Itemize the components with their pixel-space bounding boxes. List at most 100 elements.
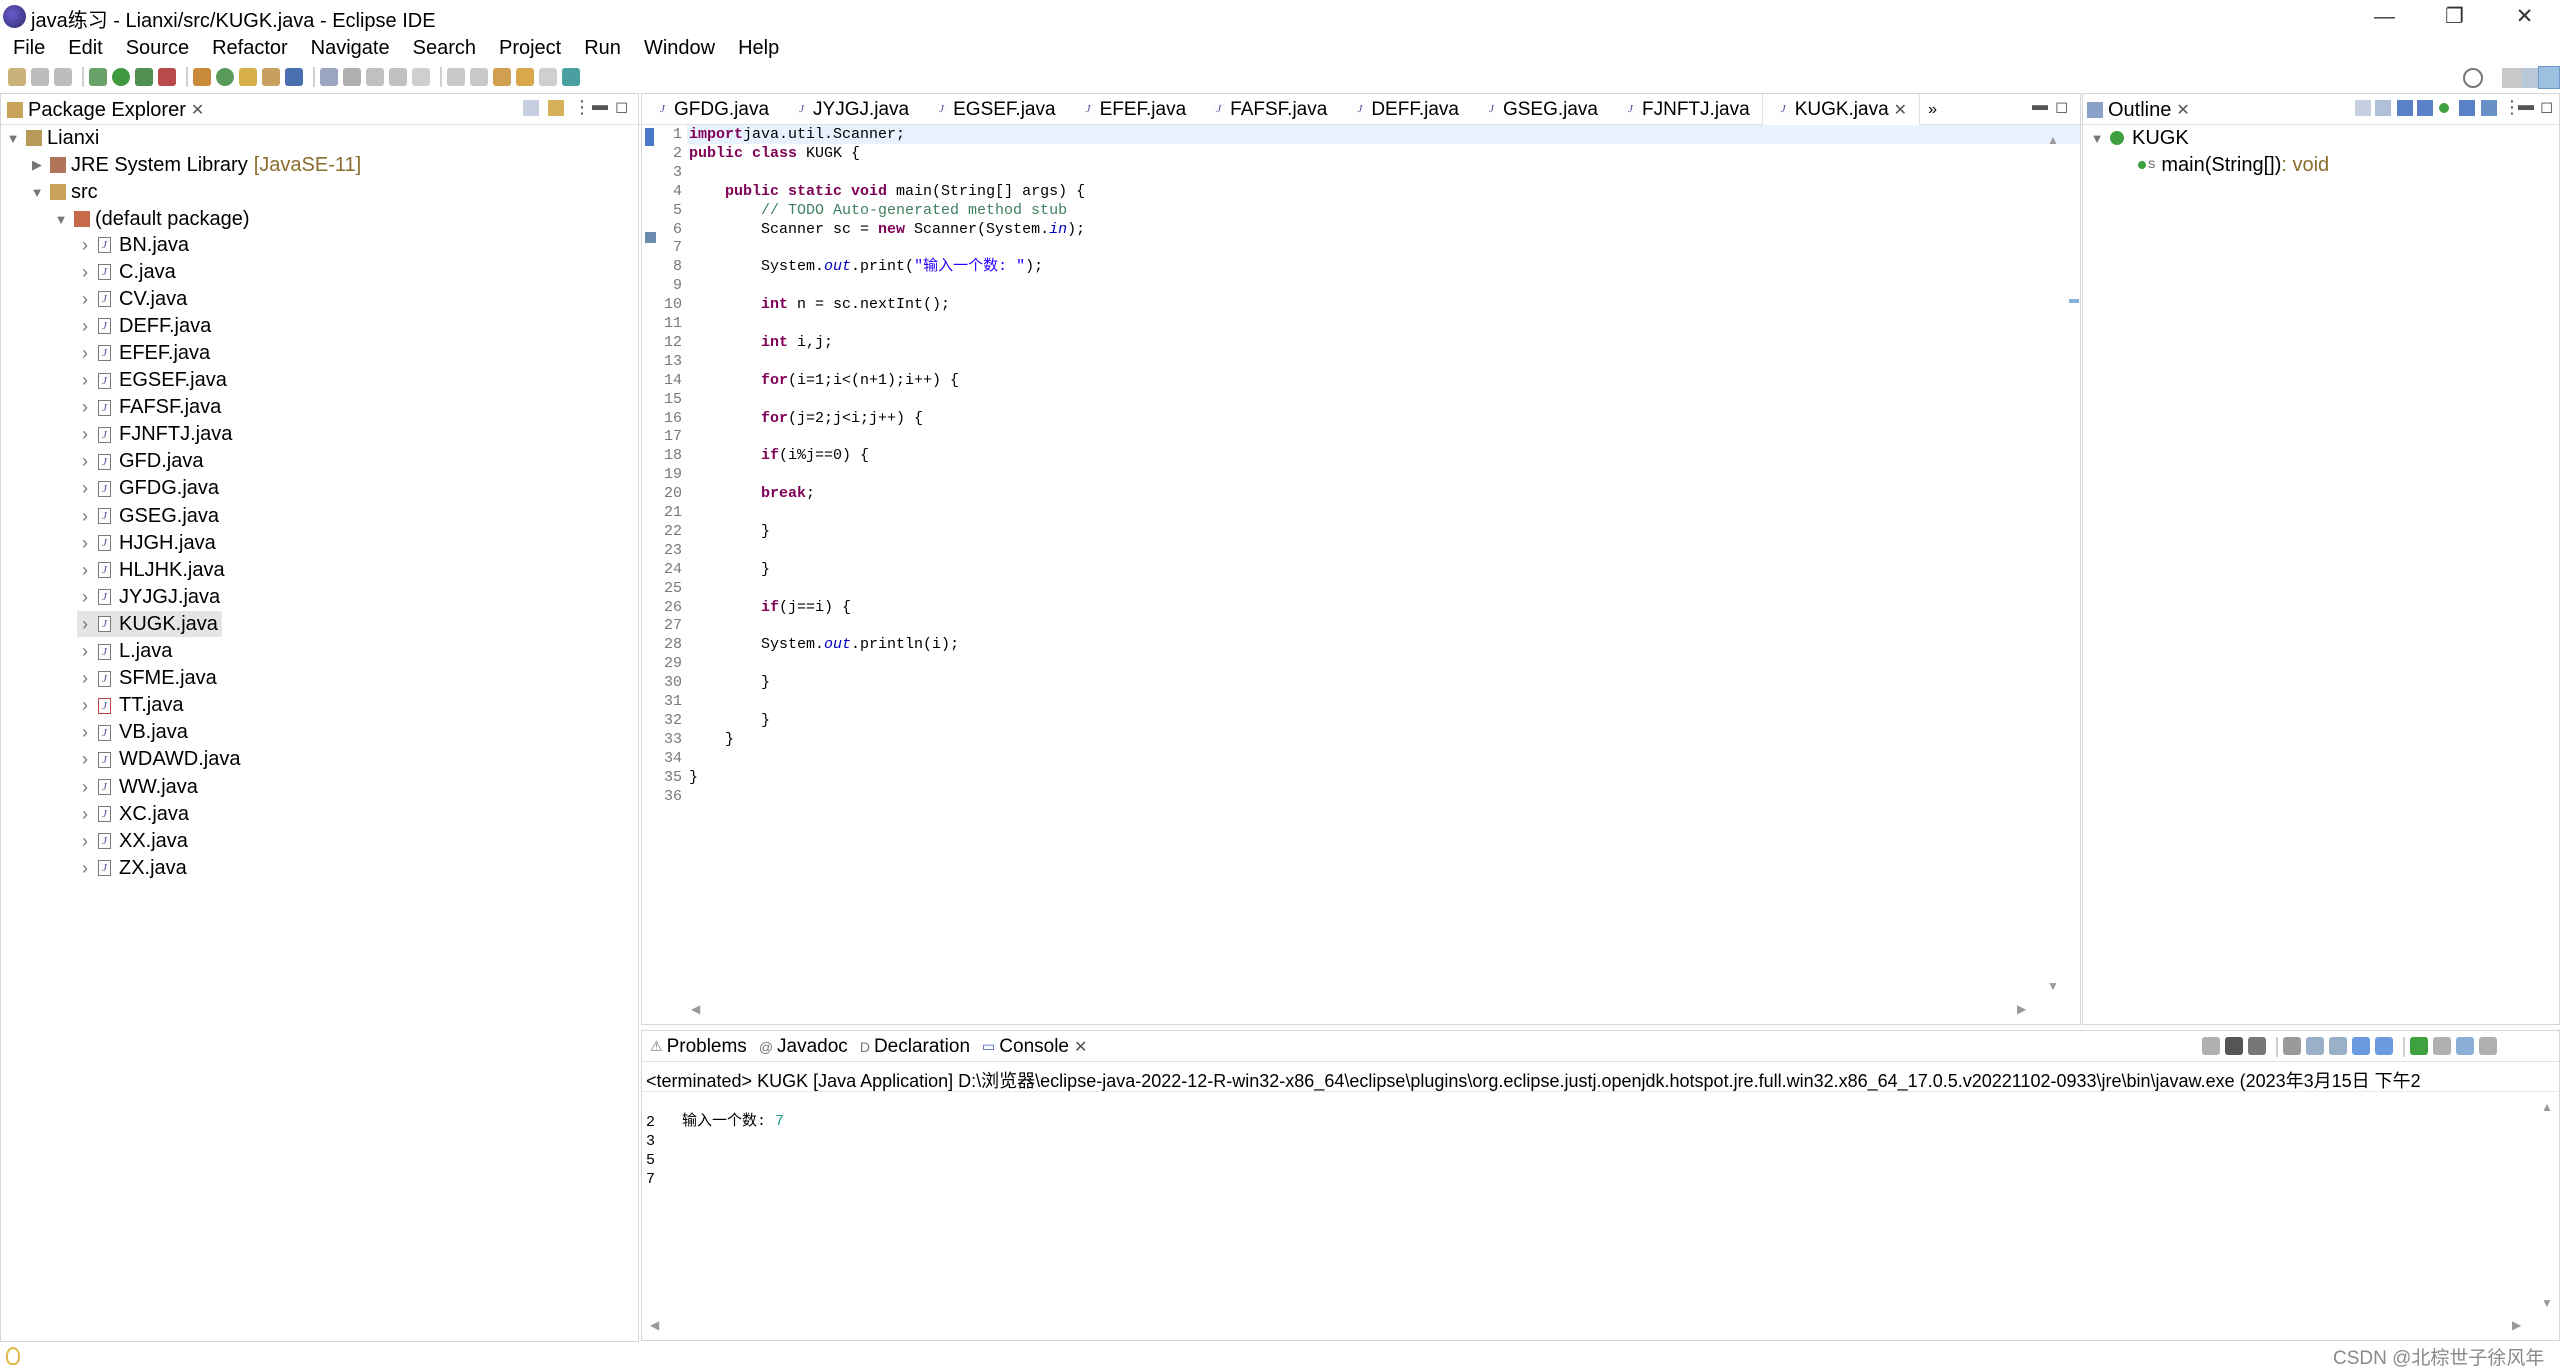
file-item[interactable]: › J XC.java — [77, 801, 193, 827]
link-editor-icon[interactable] — [2481, 100, 2497, 116]
back-icon[interactable] — [516, 68, 534, 86]
search-icon[interactable] — [2463, 68, 2483, 88]
tab-overflow-icon[interactable]: » — [1920, 101, 1945, 119]
close-window-button[interactable]: ✕ — [2490, 0, 2559, 33]
file-item[interactable]: › J WW.java — [77, 774, 202, 800]
outline-class-kugk[interactable]: ▼ KUGK — [2089, 125, 2189, 151]
chevron-right-icon[interactable]: › — [77, 858, 93, 879]
scroll-down-icon[interactable]: ▼ — [2541, 1296, 2553, 1310]
hide-local-types-icon[interactable] — [2459, 100, 2475, 116]
open-type-icon[interactable] — [239, 68, 257, 86]
sort-icon[interactable] — [2375, 100, 2391, 116]
console-vertical-scrollbar[interactable]: ▲ ▼ — [2537, 1096, 2557, 1336]
editor-tab[interactable]: J EGSEF.java — [921, 94, 1067, 125]
chevron-down-icon[interactable]: ▼ — [53, 212, 69, 227]
close-icon[interactable]: ✕ — [191, 100, 204, 120]
hide-non-public-icon[interactable] — [2439, 103, 2449, 113]
pin-console-icon[interactable] — [2410, 1037, 2428, 1055]
hide-static-icon[interactable] — [2417, 100, 2433, 116]
editor-tab[interactable]: J EFEF.java — [1068, 94, 1199, 125]
open-perspective-icon[interactable] — [2502, 68, 2522, 88]
chevron-right-icon[interactable]: › — [77, 289, 93, 310]
view-menu-icon[interactable] — [2479, 1037, 2497, 1055]
chevron-right-icon[interactable]: › — [77, 235, 93, 256]
chevron-right-icon[interactable]: ▶ — [29, 157, 45, 173]
file-item[interactable]: › J C.java — [77, 259, 180, 285]
show-whitespace-icon[interactable] — [366, 68, 384, 86]
restore-button[interactable]: ❐ — [2420, 0, 2489, 33]
chevron-down-icon[interactable]: ▼ — [2089, 131, 2105, 146]
file-item[interactable]: › J EFEF.java — [77, 340, 214, 366]
menu-file[interactable]: File — [0, 37, 55, 60]
file-item[interactable]: › J HJGH.java — [77, 530, 220, 556]
chevron-right-icon[interactable]: › — [77, 262, 93, 283]
tree-jre-library[interactable]: ▶ JRE System Library [JavaSE-11] — [29, 152, 361, 178]
file-item[interactable]: › J GSEG.java — [77, 503, 223, 529]
console-horizontal-scrollbar[interactable]: ◀ ▶ — [642, 1316, 2537, 1338]
menu-edit[interactable]: Edit — [55, 37, 112, 60]
bottom-tab-console[interactable]: ▭ Console ✕ — [978, 1036, 1095, 1058]
file-item[interactable]: › J FJNFTJ.java — [77, 422, 236, 448]
minimize-button[interactable]: — — [2350, 0, 2419, 33]
menu-help[interactable]: Help — [725, 37, 789, 60]
forward-icon[interactable] — [539, 68, 557, 86]
toggle-mark-icon[interactable] — [320, 68, 338, 86]
open-console-icon[interactable] — [2456, 1037, 2474, 1055]
maximize-view-icon[interactable]: ◻ — [2540, 97, 2553, 117]
scroll-right-icon[interactable]: ▶ — [2017, 1002, 2026, 1016]
chevron-right-icon[interactable]: › — [77, 370, 93, 391]
show-stdout-icon[interactable] — [2352, 1037, 2370, 1055]
scroll-up-icon[interactable]: ▲ — [2047, 133, 2059, 147]
editor-tab[interactable]: J FAFSF.java — [1198, 94, 1339, 125]
chevron-down-icon[interactable]: ▼ — [29, 185, 45, 200]
bottom-tab-problems[interactable]: ⚠ Problems — [646, 1036, 755, 1058]
chevron-right-icon[interactable]: › — [77, 749, 93, 770]
console-toolbar-icon[interactable] — [285, 68, 303, 86]
chevron-right-icon[interactable]: › — [77, 316, 93, 337]
editor-tab[interactable]: J KUGK.java ✕ — [1761, 94, 1921, 125]
word-wrap-icon[interactable] — [2329, 1037, 2347, 1055]
chevron-right-icon[interactable]: › — [77, 506, 93, 527]
editor-tab[interactable]: J GFDG.java — [642, 94, 781, 125]
file-item[interactable]: › J GFD.java — [77, 449, 207, 475]
bottom-tab-javadoc[interactable]: @ Javadoc — [755, 1036, 856, 1058]
debug-icon[interactable] — [89, 68, 107, 86]
tab-package-explorer[interactable]: Package Explorer ✕ — [7, 97, 204, 123]
pilcrow-icon[interactable] — [412, 68, 430, 86]
next-annotation-icon[interactable] — [447, 68, 465, 86]
file-item[interactable]: › J WDAWD.java — [77, 747, 244, 773]
file-item[interactable]: › J TT.java — [77, 693, 187, 719]
annotation-icon[interactable] — [343, 68, 361, 86]
chevron-right-icon[interactable]: › — [77, 668, 93, 689]
chevron-right-icon[interactable]: › — [77, 533, 93, 554]
file-item[interactable]: › J JYJGJ.java — [77, 584, 224, 610]
new-class-icon[interactable] — [216, 68, 234, 86]
block-selection-icon[interactable] — [389, 68, 407, 86]
chevron-right-icon[interactable]: › — [77, 722, 93, 743]
chevron-right-icon[interactable]: › — [77, 587, 93, 608]
scroll-up-icon[interactable]: ▲ — [2541, 1100, 2553, 1114]
editor-vertical-scrollbar[interactable]: ▲ ▼ — [2042, 129, 2068, 997]
remove-all-icon[interactable] — [2248, 1037, 2266, 1055]
scroll-lock-icon[interactable] — [2306, 1037, 2324, 1055]
file-item[interactable]: › J CV.java — [77, 286, 191, 312]
pin-editor-icon[interactable] — [562, 68, 580, 86]
run-icon[interactable] — [112, 68, 130, 86]
last-edit-icon[interactable] — [493, 68, 511, 86]
file-item[interactable]: › J XX.java — [77, 828, 192, 854]
file-item[interactable]: › J EGSEF.java — [77, 368, 231, 394]
new-icon[interactable] — [8, 68, 26, 86]
view-menu-icon[interactable]: ⋮ — [573, 97, 591, 119]
remove-launch-icon[interactable] — [2225, 1037, 2243, 1055]
display-console-icon[interactable] — [2433, 1037, 2451, 1055]
minimize-view-icon[interactable]: ▬ — [2032, 97, 2048, 115]
file-item[interactable]: › J L.java — [77, 639, 176, 665]
menu-window[interactable]: Window — [631, 37, 725, 60]
tree-default-package[interactable]: ▼ (default package) — [53, 206, 250, 232]
menu-refactor[interactable]: Refactor — [199, 37, 298, 60]
editor-tab[interactable]: J JYJGJ.java — [781, 94, 921, 125]
code-editor[interactable]: importjava.util.Scanner; public class KUG… — [689, 125, 2039, 995]
collapse-all-icon[interactable] — [2355, 100, 2371, 116]
chevron-right-icon[interactable]: › — [77, 397, 93, 418]
menu-project[interactable]: Project — [486, 37, 571, 60]
